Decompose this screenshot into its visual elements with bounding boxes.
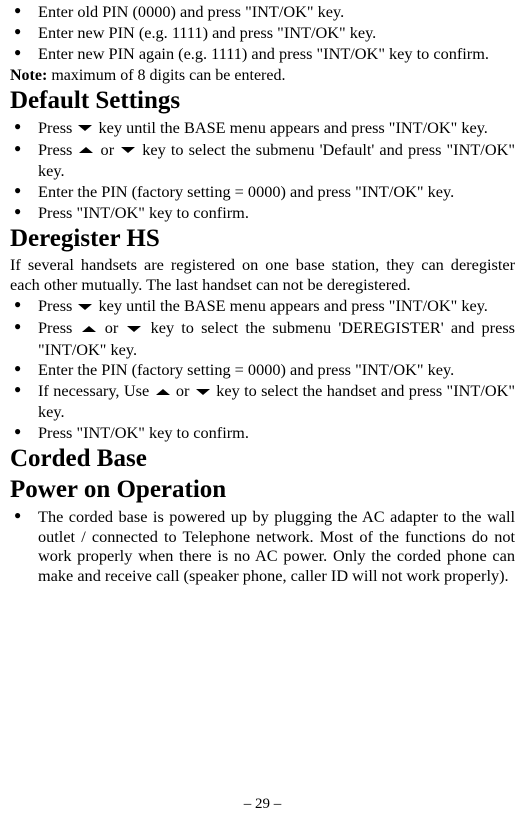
note-label: Note: xyxy=(10,67,47,84)
heading-default-settings: Default Settings xyxy=(10,87,515,116)
deregister-list: Press key until the BASE menu appears an… xyxy=(10,296,515,443)
up-arrow-icon xyxy=(80,318,98,338)
list-item: Press key until the BASE menu appears an… xyxy=(10,296,515,317)
text: Press xyxy=(38,118,76,137)
list-item: Enter new PIN (e.g. 1111) and press "INT… xyxy=(10,23,515,43)
page-number: – 29 – xyxy=(0,796,525,813)
list-item: Press "INT/OK" key to confirm. xyxy=(10,423,515,443)
heading-power-on: Power on Operation xyxy=(10,476,515,505)
text: If necessary, Use xyxy=(38,381,154,400)
list-item: If necessary, Use or key to select the h… xyxy=(10,381,515,422)
text: Press xyxy=(38,318,80,337)
pin-change-list: Enter old PIN (0000) and press "INT/OK" … xyxy=(10,2,515,64)
list-item: Press or key to select the submenu 'DERE… xyxy=(10,318,515,359)
list-item: Enter the PIN (factory setting = 0000) a… xyxy=(10,360,515,380)
deregister-intro: If several handsets are registered on on… xyxy=(10,255,515,295)
heading-corded-base: Corded Base xyxy=(10,445,515,474)
list-item: Enter new PIN again (e.g. 1111) and pres… xyxy=(10,44,515,64)
down-arrow-icon xyxy=(125,318,143,338)
down-arrow-icon xyxy=(194,381,212,401)
text: Press xyxy=(38,140,77,159)
text: or xyxy=(172,381,194,400)
text: Press xyxy=(38,296,76,315)
list-item: Enter old PIN (0000) and press "INT/OK" … xyxy=(10,2,515,22)
down-arrow-icon xyxy=(119,139,137,159)
page: Enter old PIN (0000) and press "INT/OK" … xyxy=(0,0,525,819)
up-arrow-icon xyxy=(77,139,95,159)
default-settings-list: Press key until the BASE menu appears an… xyxy=(10,118,515,223)
power-on-list: The corded base is powered up by pluggin… xyxy=(10,507,515,587)
text: or xyxy=(95,140,119,159)
list-item: Press "INT/OK" key to confirm. xyxy=(10,203,515,223)
down-arrow-icon xyxy=(76,295,94,315)
note-line: Note: maximum of 8 digits can be entered… xyxy=(10,66,515,85)
text: or xyxy=(98,318,126,337)
up-arrow-icon xyxy=(154,381,172,401)
text: key until the BASE menu appears and pres… xyxy=(94,118,487,137)
note-text: maximum of 8 digits can be entered. xyxy=(47,67,285,84)
heading-deregister-hs: Deregister HS xyxy=(10,225,515,254)
list-item: Press key until the BASE menu appears an… xyxy=(10,118,515,139)
list-item: Enter the PIN (factory setting = 0000) a… xyxy=(10,182,515,202)
down-arrow-icon xyxy=(76,117,94,137)
list-item: Press or key to select the submenu 'Defa… xyxy=(10,140,515,181)
list-item: The corded base is powered up by pluggin… xyxy=(10,507,515,587)
text: key until the BASE menu appears and pres… xyxy=(94,296,487,315)
